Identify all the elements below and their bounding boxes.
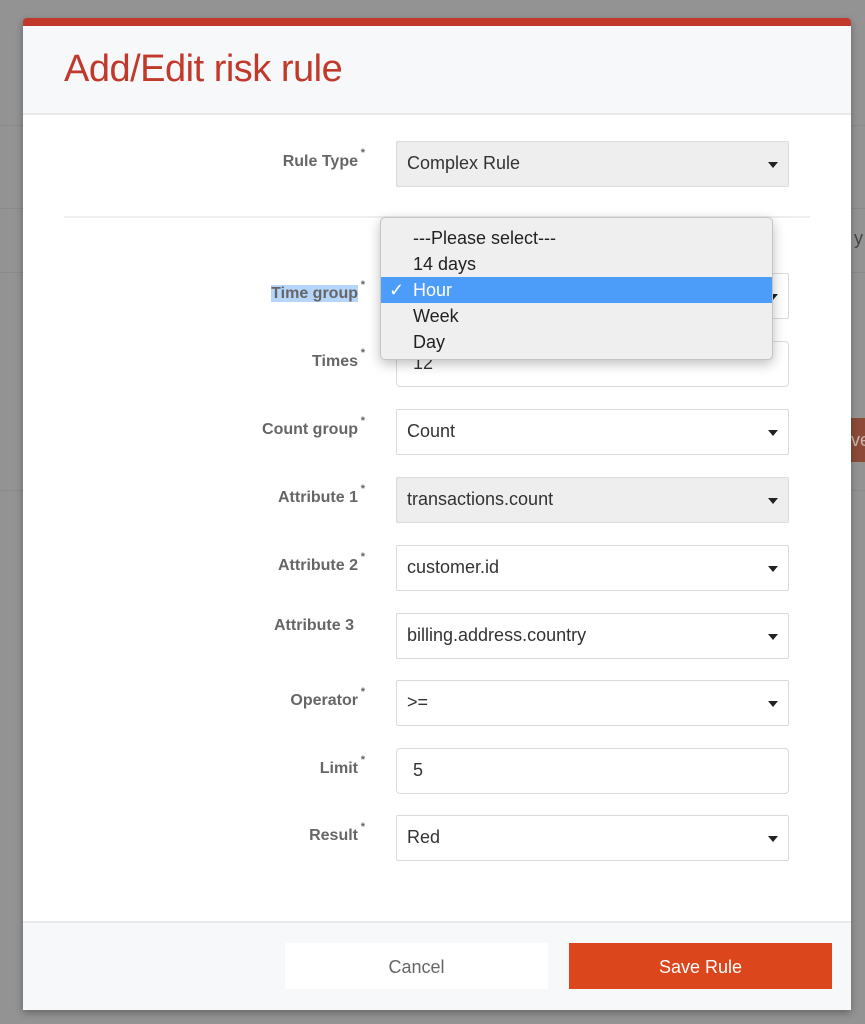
caret-down-icon [768, 701, 778, 707]
dropdown-option[interactable]: ✓ Hour [381, 277, 772, 303]
attribute-1-select[interactable]: transactions.count [396, 477, 789, 523]
required-marker: * [360, 686, 365, 698]
caret-down-icon [768, 566, 778, 572]
form-row-attribute-3: Attribute 3 billing.address.country [23, 613, 851, 659]
limit-label: Limit * [319, 754, 365, 778]
save-rule-button[interactable]: Save Rule [569, 943, 832, 989]
caret-down-icon [768, 634, 778, 640]
background-text: y [854, 228, 863, 248]
time-group-dropdown-menu[interactable]: ---Please select--- 14 days ✓ Hour Week Day [380, 217, 773, 360]
label-text: Limit [319, 760, 358, 777]
modal-title: Add/Edit risk rule [64, 48, 343, 90]
rule-type-select[interactable]: Complex Rule [396, 141, 789, 187]
select-value: Complex Rule [407, 153, 521, 173]
field-value: >= [407, 692, 429, 712]
label-text: Attribute 3 [274, 617, 354, 634]
times-label: Times * [312, 347, 365, 371]
required-marker: * [360, 415, 365, 427]
label-text: Attribute 1 [278, 489, 358, 506]
form-row-result: Result * Red [23, 815, 851, 861]
result-select[interactable]: Red [396, 815, 789, 861]
caret-down-icon [768, 836, 778, 842]
form-row-count-group: Count group * Count [23, 409, 851, 455]
attribute-3-select[interactable]: billing.address.country [396, 613, 789, 659]
background-button: ve [851, 418, 865, 462]
cancel-button[interactable]: Cancel [285, 943, 548, 989]
field-value: Count [407, 421, 456, 441]
field-value: customer.id [407, 557, 500, 577]
field-value: billing.address.country [407, 625, 587, 645]
dropdown-option[interactable]: ---Please select--- [381, 225, 772, 251]
time-group-label: Time group * [271, 279, 365, 303]
field-value: 5 [413, 760, 424, 780]
risk-rule-modal: Add/Edit risk rule Rule Type * Complex Ru… [23, 18, 851, 1010]
label-text: Operator [290, 692, 358, 709]
form-row-attribute-1: Attribute 1 * transactions.count [23, 477, 851, 523]
label-text: Count group [262, 421, 358, 438]
option-label: ---Please select--- [413, 228, 557, 248]
field-value: Red [407, 827, 441, 847]
checkmark-icon: ✓ [389, 280, 405, 300]
attribute-1-label: Attribute 1 * [278, 483, 365, 507]
caret-down-icon [768, 162, 778, 168]
count-group-label: Count group * [262, 415, 365, 439]
label-text: Attribute 2 [278, 557, 358, 574]
operator-label: Operator * [290, 686, 365, 710]
option-label: Week [413, 306, 459, 326]
required-marker: * [360, 347, 365, 359]
label-text: Rule Type [282, 153, 358, 170]
modal-footer: Cancel Save Rule [23, 921, 851, 1010]
caret-down-icon [768, 430, 778, 436]
required-marker: * [360, 754, 365, 766]
dropdown-option[interactable]: Week [381, 303, 772, 329]
required-marker: * [360, 551, 365, 563]
required-marker: * [360, 483, 365, 495]
rule-type-label: Rule Type * [282, 147, 365, 171]
dropdown-option[interactable]: 14 days [381, 251, 772, 277]
limit-input[interactable]: 5 [396, 748, 789, 794]
result-label: Result * [309, 821, 365, 845]
option-label: Day [413, 332, 446, 352]
caret-down-icon [768, 498, 778, 504]
attribute-3-label: Attribute 3 [274, 617, 354, 635]
field-value: transactions.count [407, 489, 554, 509]
label-text: Times [312, 353, 358, 370]
modal-header: Add/Edit risk rule [23, 26, 851, 115]
form-row-rule-type: Rule Type * Complex Rule [23, 141, 851, 187]
option-label: 14 days [413, 254, 477, 274]
background-button-label: ve [851, 430, 865, 450]
required-marker: * [360, 821, 365, 833]
label-text: Result [309, 827, 358, 844]
attribute-2-label: Attribute 2 * [278, 551, 365, 575]
dropdown-option[interactable]: Day [381, 329, 772, 355]
operator-select[interactable]: >= [396, 680, 789, 726]
form-row-limit: Limit * 5 [23, 748, 851, 794]
required-marker: * [360, 147, 365, 159]
option-label: Hour [413, 280, 453, 300]
form-row-operator: Operator * >= [23, 680, 851, 726]
count-group-select[interactable]: Count [396, 409, 789, 455]
attribute-2-select[interactable]: customer.id [396, 545, 789, 591]
form-row-attribute-2: Attribute 2 * customer.id [23, 545, 851, 591]
required-marker: * [360, 279, 365, 291]
label-text: Time group [271, 285, 358, 302]
